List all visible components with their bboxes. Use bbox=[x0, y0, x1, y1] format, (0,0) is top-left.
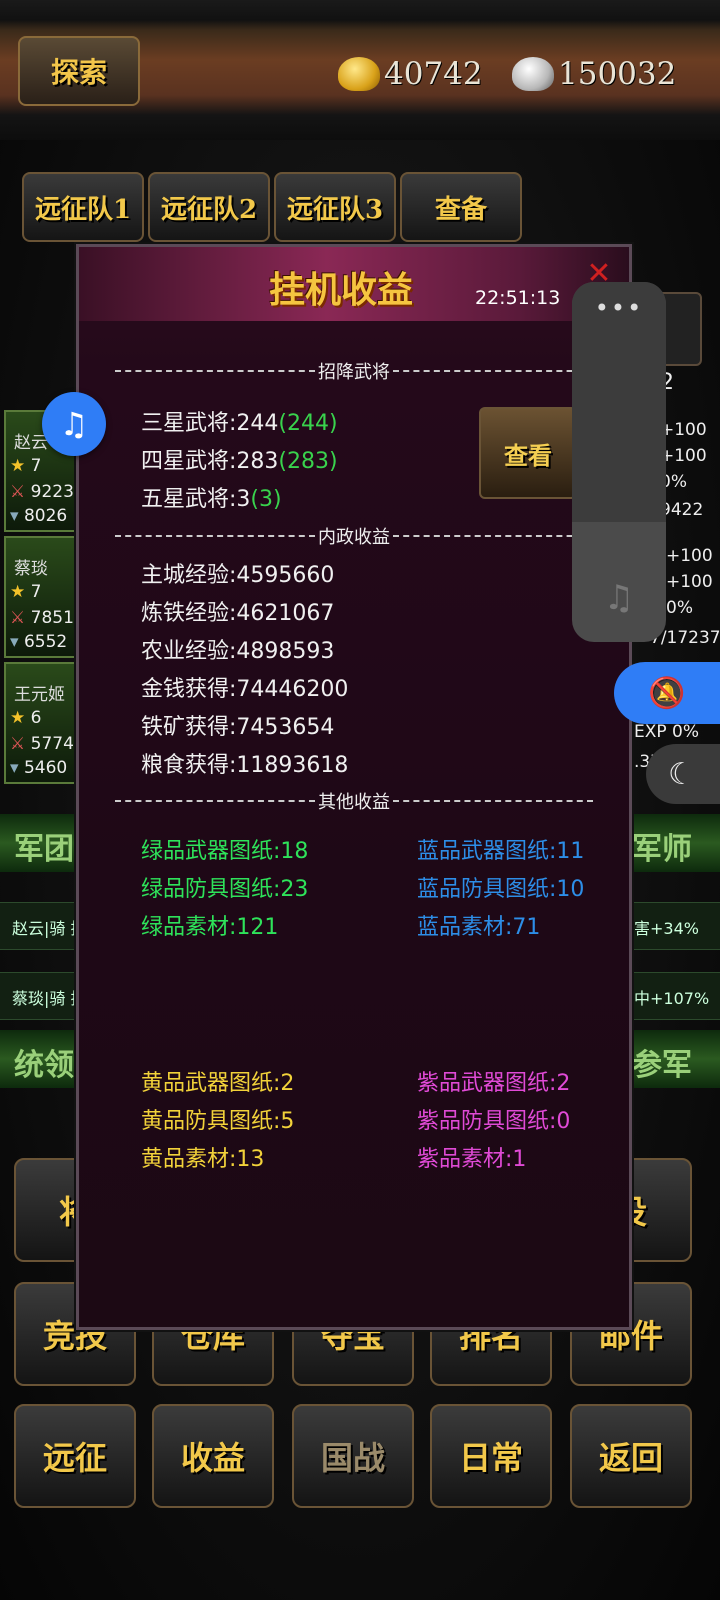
yellow-material: 黄品素材:13 bbox=[141, 1147, 265, 1172]
right-stat: 0% bbox=[660, 472, 687, 492]
advisor-label: 军师 bbox=[632, 832, 692, 867]
blue-armor-blueprint: 蓝品防具图纸:10 bbox=[417, 877, 585, 902]
domestic-row: 金钱获得:74446200 bbox=[141, 677, 349, 702]
right-stat: +100 bbox=[666, 572, 713, 592]
right-stat: 0% bbox=[666, 598, 693, 618]
gold-value: 40742 bbox=[384, 56, 483, 92]
tab-expedition-2[interactable]: 远征队2 bbox=[148, 172, 270, 242]
domestic-row: 主城经验:4595660 bbox=[141, 563, 335, 588]
view-button[interactable]: 查看 bbox=[479, 407, 577, 499]
income-button[interactable]: 收益 bbox=[152, 1404, 274, 1508]
domestic-row: 粮食获得:11893618 bbox=[141, 753, 349, 778]
right-stat: EXP 0% bbox=[634, 722, 700, 742]
section-divider: 招降武将 bbox=[115, 359, 593, 383]
general-count-row: 五星武将:3(3) bbox=[141, 487, 282, 512]
general-count-row: 四星武将:283(283) bbox=[141, 449, 338, 474]
moon-icon: ☾ bbox=[668, 756, 695, 792]
right-stat: 9422 bbox=[660, 500, 704, 520]
hero-defense: ▾ 8026 bbox=[10, 506, 68, 526]
hero-card[interactable]: 蔡琰 ★ 7 ⚔ 7851 ▾ 6552 bbox=[4, 536, 78, 658]
section-divider: 内政收益 bbox=[115, 524, 593, 548]
purple-weapon-blueprint: 紫品武器图纸:2 bbox=[417, 1071, 571, 1096]
silver-value: 150032 bbox=[558, 56, 677, 92]
volume-side-panel[interactable]: ••• ♫ bbox=[572, 282, 666, 642]
night-mode-toggle[interactable]: ☾ bbox=[646, 744, 720, 804]
hero-name: 王元姬 bbox=[14, 685, 65, 705]
hero-defense: ▾ 6552 bbox=[10, 632, 68, 652]
modal-title: 挂机收益 bbox=[269, 269, 414, 311]
hero-stars: ★ 6 bbox=[10, 708, 42, 728]
hero-attack: ⚔ 5774 bbox=[10, 734, 74, 754]
explore-button[interactable]: 探索 bbox=[18, 36, 140, 106]
green-weapon-blueprint: 绿品武器图纸:18 bbox=[141, 839, 309, 864]
hero-stars: ★ 7 bbox=[10, 582, 42, 602]
tab-expedition-1[interactable]: 远征队1 bbox=[22, 172, 144, 242]
section-generals-label: 招降武将 bbox=[318, 362, 390, 383]
tab-expedition-3[interactable]: 远征队3 bbox=[274, 172, 396, 242]
hero-name: 蔡琰 bbox=[14, 559, 48, 579]
mute-toggle[interactable]: 🔕 bbox=[614, 662, 720, 724]
domestic-row: 农业经验:4898593 bbox=[141, 639, 335, 664]
green-material: 绿品素材:121 bbox=[141, 915, 279, 940]
hero-stars: ★ 7 bbox=[10, 456, 42, 476]
hero-attack: ⚔ 7851 bbox=[10, 608, 74, 628]
staff-label: 参军 bbox=[632, 1048, 692, 1083]
modal-time: 22:51:13 bbox=[475, 287, 561, 309]
hero-card[interactable]: 王元姬 ★ 6 ⚔ 5774 ▾ 5460 bbox=[4, 662, 78, 784]
stat-row-right: 害+34% bbox=[634, 919, 699, 938]
silver-counter: 150032 bbox=[512, 52, 676, 96]
purple-armor-blueprint: 紫品防具图纸:0 bbox=[417, 1109, 571, 1134]
general-count-row: 三星武将:244(244) bbox=[141, 411, 338, 436]
stat-row-right: 中+107% bbox=[634, 989, 710, 1008]
right-stat: +100 bbox=[660, 446, 707, 466]
hero-defense: ▾ 5460 bbox=[10, 758, 68, 778]
tab-equipment[interactable]: 查备 bbox=[400, 172, 522, 242]
purple-material: 紫品素材:1 bbox=[417, 1147, 527, 1172]
hero-attack: ⚔ 9223 bbox=[10, 482, 74, 502]
command-label: 统领 bbox=[14, 1048, 74, 1083]
back-button[interactable]: 返回 bbox=[570, 1404, 692, 1508]
army-label: 军团 bbox=[14, 832, 74, 867]
yellow-armor-blueprint: 黄品防具图纸:5 bbox=[141, 1109, 295, 1134]
section-other-label: 其他收益 bbox=[318, 792, 390, 813]
domestic-row: 炼铁经验:4621067 bbox=[141, 601, 335, 626]
section-divider: 其他收益 bbox=[115, 789, 593, 813]
silver-ingot-icon bbox=[512, 57, 554, 91]
music-note-icon: ♫ bbox=[603, 578, 635, 618]
blue-weapon-blueprint: 蓝品武器图纸:11 bbox=[417, 839, 585, 864]
bell-off-icon: 🔕 bbox=[648, 675, 686, 711]
expedition-button[interactable]: 远征 bbox=[14, 1404, 136, 1508]
section-domestic-label: 内政收益 bbox=[318, 527, 390, 548]
green-armor-blueprint: 绿品防具图纸:23 bbox=[141, 877, 309, 902]
gold-counter: 40742 bbox=[338, 52, 483, 96]
daily-button[interactable]: 日常 bbox=[430, 1404, 552, 1508]
blue-material: 蓝品素材:71 bbox=[417, 915, 541, 940]
domestic-row: 铁矿获得:7453654 bbox=[141, 715, 335, 740]
idle-income-modal: 挂机收益 22:51:13 ✕ 招降武将 三星武将:244(244) 四星武将:… bbox=[76, 244, 632, 1330]
national-war-button[interactable]: 国战 bbox=[292, 1404, 414, 1508]
right-stat: +100 bbox=[660, 420, 707, 440]
more-options-icon[interactable]: ••• bbox=[572, 294, 666, 322]
gold-ingot-icon bbox=[338, 57, 380, 91]
right-stat: +100 bbox=[666, 546, 713, 566]
yellow-weapon-blueprint: 黄品武器图纸:2 bbox=[141, 1071, 295, 1096]
music-bubble-icon[interactable]: ♫ bbox=[42, 392, 106, 456]
